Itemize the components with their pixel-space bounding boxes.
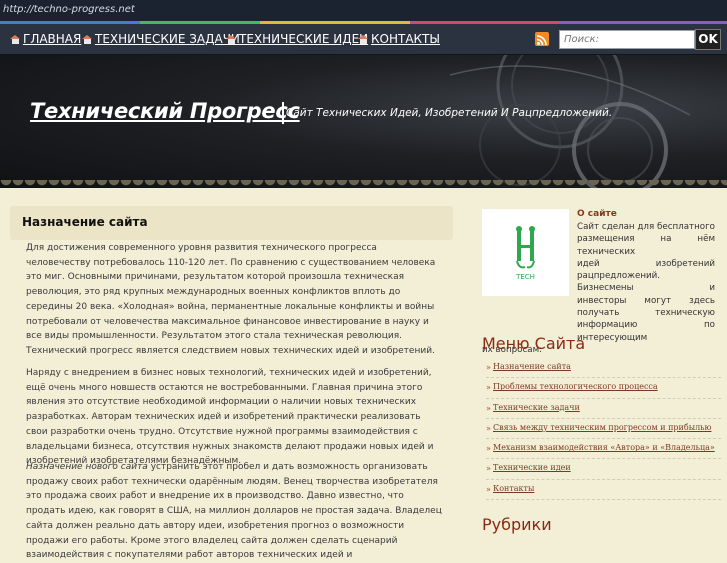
menu-title: Меню Сайта — [482, 334, 586, 353]
menu-item-link[interactable]: Контакты — [493, 484, 534, 493]
menu-item[interactable]: » Назначение сайта — [486, 358, 721, 379]
home-icon — [10, 34, 20, 44]
nav-item-tech-tasks[interactable]: ТЕХНИЧЕСКИЕ ЗАДАЧИ — [82, 31, 240, 47]
menu-item-link[interactable]: Связь между техническим прогрессом и при… — [493, 423, 711, 432]
nav-item-tech-ideas[interactable]: ТЕХНИЧЕСКИЕ ИДЕИ — [226, 31, 369, 47]
bullet-icon: » — [486, 403, 491, 413]
url-bar: http://techno-progress.net — [0, 0, 727, 24]
nav-item-label: ТЕХНИЧЕСКИЕ ИДЕИ — [239, 32, 369, 46]
about-line: Сайт сделан для бесплатного — [577, 222, 715, 232]
search-input[interactable] — [559, 30, 695, 49]
title-separator — [282, 102, 284, 124]
menu-item[interactable]: » Технические идеи — [486, 459, 721, 480]
nav-item-label: ГЛАВНАЯ — [23, 32, 82, 46]
bullet-icon: » — [486, 464, 491, 474]
home-icon — [358, 34, 368, 44]
nav-item-contacts[interactable]: КОНТАКТЫ — [358, 31, 440, 47]
bullet-icon: » — [486, 423, 491, 433]
main-content: Назначение сайта Для достижения современ… — [10, 206, 453, 560]
menu-item[interactable]: » Контакты — [486, 480, 721, 501]
bullet-icon: » — [486, 383, 491, 393]
home-icon — [82, 34, 92, 44]
content-paragraph: Назначение нового сайта устранить этот п… — [26, 460, 444, 563]
about-line: идей изобретений — [577, 258, 715, 269]
content-text: устранить этот пробел и дать возможность… — [26, 462, 442, 561]
menu-item[interactable]: » Проблемы технологического процесса — [486, 378, 721, 399]
site-slogan: Сайт Технических Идей, Изобретений И Рац… — [286, 107, 613, 119]
menu-item-link[interactable]: Технические задачи — [493, 403, 580, 412]
content-emphasis: Назначение нового сайта — [26, 462, 148, 472]
content-title-bar: Назначение сайта — [10, 206, 453, 240]
menu-item[interactable]: » Технические задачи — [486, 399, 721, 419]
search-button[interactable]: OK — [695, 29, 721, 50]
content-paragraph: Наряду с внедрением в бизнес новых техно… — [26, 368, 434, 467]
nav-item-label: КОНТАКТЫ — [371, 32, 440, 46]
site-header: Технический Прогресс Сайт Технических Ид… — [0, 55, 727, 188]
nav-item-label: ТЕХНИЧЕСКИЕ ЗАДАЧИ — [95, 32, 240, 46]
about-line: получать техническую — [577, 308, 715, 319]
home-icon — [226, 34, 236, 44]
page-title: Назначение сайта — [22, 215, 148, 229]
about-line: инвесторы могут здесь — [577, 295, 715, 306]
about-title: О сайте — [577, 209, 617, 219]
menu-item[interactable]: » Механизм взаимодействия «Автора» и «Вла… — [486, 439, 721, 460]
nav-item-home[interactable]: ГЛАВНАЯ — [10, 31, 82, 47]
bullet-icon: » — [486, 363, 491, 372]
menu-item-link[interactable]: Назначение сайта — [493, 362, 571, 371]
rss-icon[interactable] — [535, 32, 549, 46]
site-title[interactable]: Технический Прогресс — [30, 99, 300, 123]
bullet-icon: » — [486, 444, 491, 454]
site-menu: » Назначение сайта » Проблемы технологичес… — [486, 358, 721, 501]
menu-item-link[interactable]: Проблемы технологического процесса — [493, 382, 658, 391]
about-line: рацпредложений. Бизнесмены и — [577, 271, 715, 294]
menu-item[interactable]: » Связь между техническим прогрессом и пр… — [486, 419, 721, 440]
menu-item-link[interactable]: Технические идеи — [493, 463, 571, 472]
menu-item-link[interactable]: Механизм взаимодействия «Автора» и «Влад… — [493, 443, 715, 452]
about-line: размещения на нём технических — [577, 234, 715, 257]
rubrics-title: Рубрики — [482, 515, 552, 534]
content-paragraph: Для достижения современного уровня разви… — [26, 243, 436, 356]
url-text: http://techno-progress.net — [3, 4, 135, 15]
bullet-icon: » — [486, 484, 491, 494]
header-scallop-edge — [0, 180, 727, 194]
